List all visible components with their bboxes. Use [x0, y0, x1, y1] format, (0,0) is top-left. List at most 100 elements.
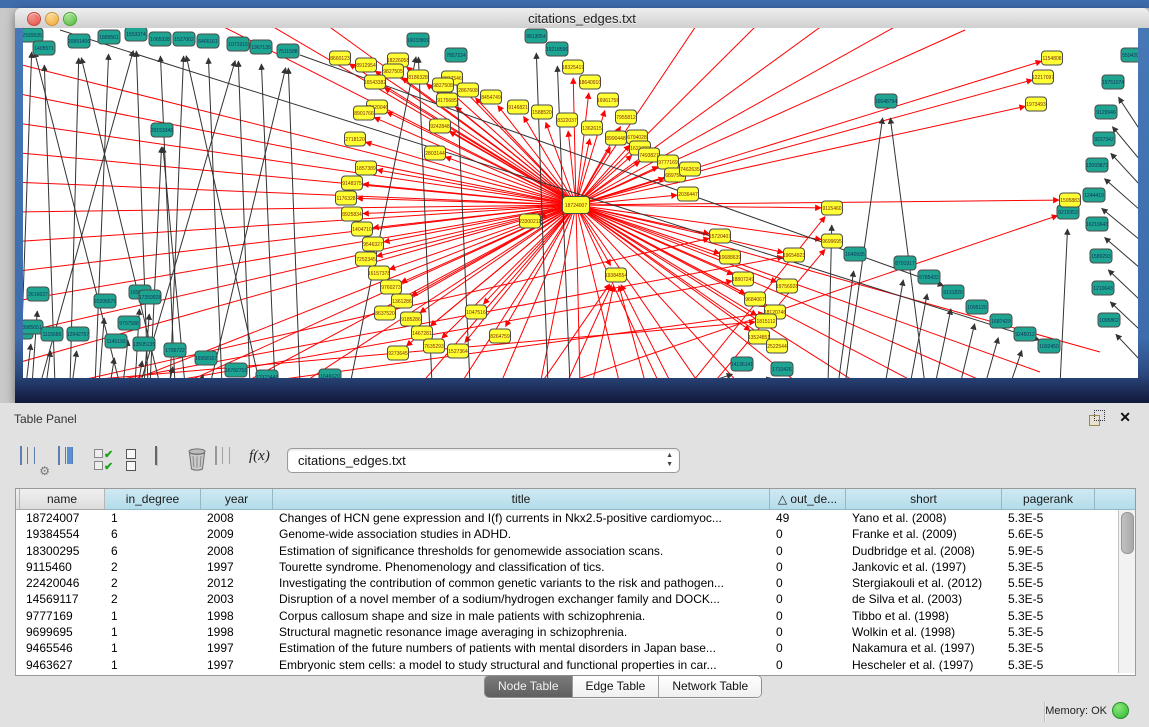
graph-node-selected[interactable]: 9760273 — [381, 280, 402, 294]
graph-node-selected[interactable]: 16961758 — [597, 93, 619, 107]
graph-node[interactable]: 1646620 — [319, 369, 341, 378]
graph-node[interactable]: 1244419 — [1083, 188, 1105, 202]
tab-network-table[interactable]: Network Table — [659, 676, 761, 697]
row-height-icon[interactable] — [126, 447, 152, 473]
graph-node-selected[interactable]: 7252345 — [356, 252, 377, 266]
graph-node-selected[interactable]: 8990448 — [606, 131, 627, 145]
graph-node-selected[interactable]: 1815112 — [756, 314, 777, 328]
graph-node[interactable]: 1071915 — [227, 37, 249, 51]
graph-node-selected[interactable]: 1588520 — [532, 105, 553, 119]
graph-node[interactable]: 14136141 — [731, 357, 753, 371]
table-row[interactable]: 1872400712008Changes of HCN gene express… — [16, 510, 1117, 526]
graph-node-selected[interactable]: 7493827 — [639, 148, 660, 162]
graph-node-selected[interactable]: 2718120 — [345, 132, 366, 146]
graph-node-selected[interactable]: 12217097 — [1032, 70, 1054, 84]
graph-node-selected[interactable]: 8925834 — [342, 207, 363, 221]
graph-node-selected[interactable]: 8454749 — [481, 90, 502, 104]
graph-node[interactable]: 12942757 — [67, 327, 89, 341]
graph-node-selected[interactable]: 8901766 — [354, 106, 375, 120]
network-canvas[interactable]: 2320635140557120891406188956115533741065… — [23, 28, 1138, 378]
table-source-dropdown[interactable]: citations_edges.txt ▲▼ — [287, 448, 680, 473]
table-row[interactable]: 1938455462009Genome-wide association stu… — [16, 526, 1117, 542]
dropdown-stepper-icon[interactable]: ▲▼ — [666, 451, 673, 469]
graph-node[interactable]: 8985051 — [23, 320, 43, 334]
graph-node-selected[interactable]: 1362615 — [582, 121, 603, 135]
graph-node-selected[interactable]: 1154808 — [1042, 51, 1063, 65]
column-header-out_degree[interactable]: △ out_de... — [770, 489, 846, 510]
graph-node-selected[interactable]: 9148375 — [342, 176, 363, 190]
graph-node[interactable]: 9129946 — [1095, 105, 1117, 119]
graph-node-selected[interactable]: 9699695 — [822, 234, 843, 248]
graph-node-selected[interactable]: 7462635 — [680, 162, 701, 176]
graph-node[interactable]: 2320635 — [23, 28, 43, 42]
graph-node-selected[interactable]: 9546327 — [363, 237, 384, 251]
graph-node-selected[interactable]: 7635293 — [424, 339, 445, 353]
graph-node[interactable]: 13505135 — [133, 337, 155, 351]
graph-node[interactable]: 7857224 — [445, 48, 467, 62]
graph-node[interactable]: 1092450 — [1038, 339, 1060, 353]
graph-node[interactable]: 1733426 — [771, 362, 793, 376]
graph-node-selected[interactable]: 18640910 — [579, 75, 601, 89]
graph-node[interactable]: 19218596 — [546, 42, 568, 56]
graph-node[interactable]: 12923446 — [256, 370, 278, 378]
graph-node[interactable]: 1889561 — [98, 30, 120, 44]
create-column-icon[interactable] — [155, 447, 181, 473]
graph-node-selected[interactable]: 7955812 — [616, 110, 637, 124]
delete-table-icon[interactable] — [215, 447, 241, 473]
graph-node-selected[interactable]: 16543382 — [364, 75, 386, 89]
tab-edge-table[interactable]: Edge Table — [573, 676, 660, 697]
graph-node[interactable]: 12093872 — [1086, 158, 1108, 172]
graph-node-selected[interactable]: 2803144 — [425, 146, 446, 160]
graph-node[interactable]: 7511588 — [277, 44, 299, 58]
graph-node-selected[interactable]: 19384554 — [605, 268, 627, 282]
vertical-scrollbar[interactable] — [1118, 510, 1135, 673]
graph-node-selected[interactable]: 1404710 — [352, 222, 373, 236]
graph-node-selected[interactable]: 2522544 — [767, 339, 788, 353]
memory-status-indicator[interactable] — [1112, 702, 1129, 719]
graph-node[interactable]: 8791917 — [894, 256, 916, 270]
graph-node[interactable]: 9131826 — [942, 285, 964, 299]
table-row[interactable]: 969969511998Structural magnetic resonanc… — [16, 624, 1117, 640]
graph-node-selected[interactable]: 1047516 — [466, 305, 487, 319]
graph-node[interactable]: 17359928 — [139, 290, 161, 304]
graph-node[interactable]: 1145193 — [105, 334, 127, 348]
graph-node-selected[interactable]: 2036447 — [678, 187, 699, 201]
scrollbar-thumb[interactable] — [1121, 512, 1134, 554]
graph-node-selected[interactable]: 8912954 — [356, 58, 377, 72]
column-header-year[interactable]: year — [201, 489, 273, 510]
table-row[interactable]: 946554611997Estimation of the future num… — [16, 640, 1117, 656]
table-row[interactable]: 946362711997Embryonic stem cells: a mode… — [16, 657, 1117, 673]
graph-node[interactable]: 1065328 — [149, 32, 171, 46]
graph-node[interactable]: 1095120 — [966, 300, 988, 314]
graph-node[interactable]: 1115686 — [41, 327, 63, 341]
graph-node-selected[interactable]: 9684067 — [745, 292, 766, 306]
graph-node-selected[interactable]: 8637520 — [375, 306, 396, 320]
graph-node[interactable]: 1687429 — [990, 314, 1012, 328]
graph-node[interactable]: 2616637 — [27, 287, 49, 301]
column-header-in_degree[interactable]: in_degree — [105, 489, 201, 510]
graph-node-selected[interactable]: 16157378 — [368, 266, 390, 280]
graph-node-selected[interactable]: 18807249 — [732, 272, 754, 286]
graph-node[interactable]: 1527002 — [173, 32, 195, 46]
graph-node-selected[interactable]: 19756928 — [776, 279, 798, 293]
graph-node-selected[interactable]: 8660123 — [330, 51, 351, 65]
column-header-title[interactable]: title — [273, 489, 770, 510]
graph-node[interactable]: 1967135 — [250, 40, 272, 54]
table-row[interactable]: 2242004622012Investigating the contribut… — [16, 575, 1117, 591]
graph-node[interactable]: 8813054 — [525, 29, 547, 43]
graph-node[interactable]: 20206576 — [94, 294, 116, 308]
graph-node[interactable]: 16210643 — [1086, 217, 1108, 231]
column-header-pagerank[interactable]: pagerank — [1002, 489, 1095, 510]
graph-node-selected[interactable]: 19654923 — [783, 248, 805, 262]
graph-node[interactable]: 1095862 — [1098, 313, 1120, 327]
graph-node[interactable]: 9227342 — [1093, 132, 1115, 146]
show-columns-icon[interactable] — [58, 447, 84, 473]
graph-node-selected[interactable]: 9827505 — [383, 64, 404, 78]
graph-node-selected[interactable]: 1527364 — [448, 344, 469, 358]
graph-node[interactable]: 1795722 — [164, 343, 186, 357]
graph-node-selected[interactable]: 9777169 — [658, 155, 679, 169]
graph-node-selected[interactable]: 1857389 — [356, 161, 377, 175]
graph-node[interactable]: 1210643 — [1092, 281, 1114, 295]
citation-graph[interactable]: 2320635140557120891406188956115533741065… — [23, 28, 1138, 378]
graph-node[interactable]: 16033809 — [407, 33, 429, 47]
